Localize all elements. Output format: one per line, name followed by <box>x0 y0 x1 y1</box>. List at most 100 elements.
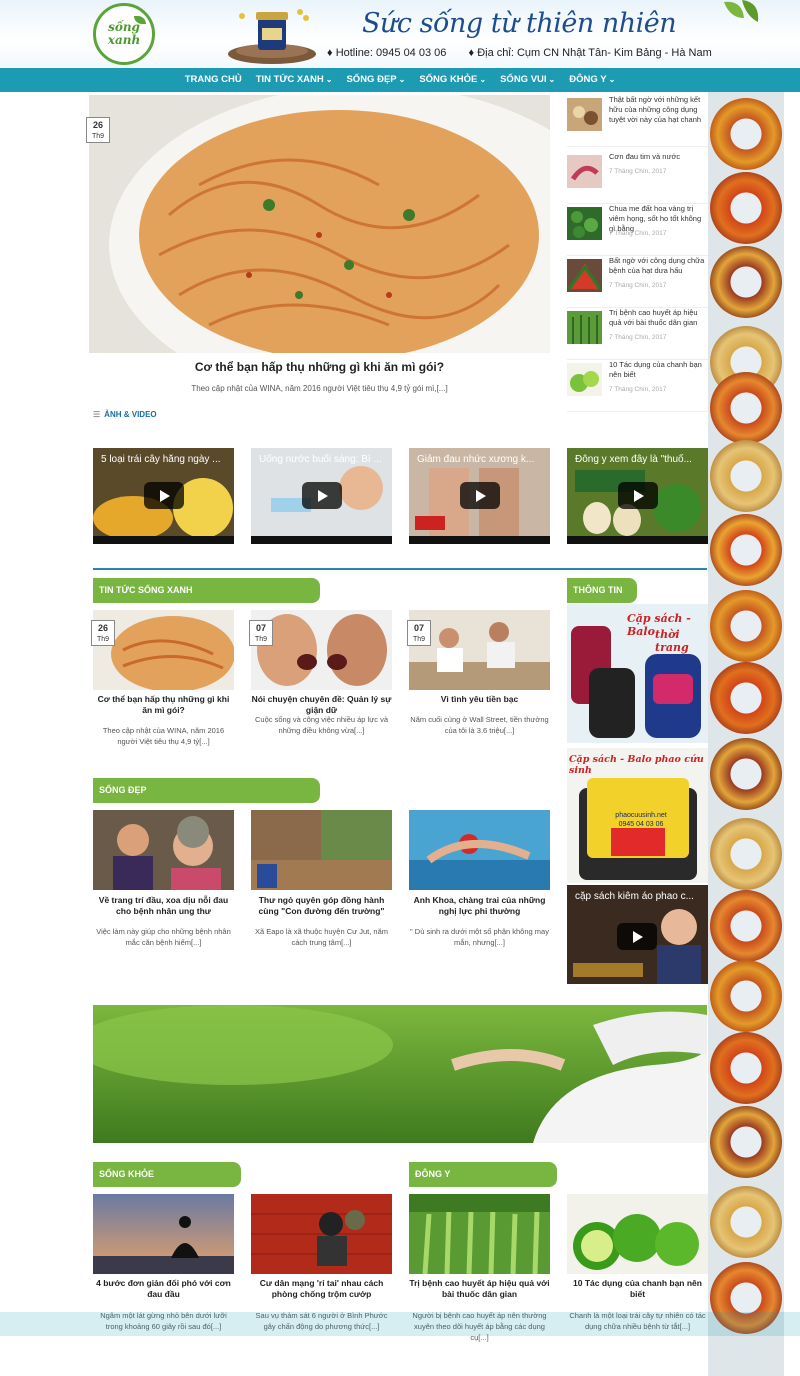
side-thumb <box>567 363 602 396</box>
article-image[interactable] <box>409 1194 550 1274</box>
article-title[interactable]: 10 Tác dụng của chanh bạn nên biết <box>567 1278 708 1300</box>
hero-title[interactable]: Cơ thể bạn hấp thụ những gì khi ăn mì gó… <box>89 360 550 374</box>
video-card[interactable]: Uống nước buổi sáng: Bí ... <box>251 448 392 544</box>
article-excerpt: Theo cập nhật của WINA, năm 2016 người V… <box>102 726 225 746</box>
hero-image[interactable] <box>89 95 550 353</box>
nav-song-vui[interactable]: SỐNG VUI ⌄ <box>493 68 562 92</box>
article-image[interactable] <box>93 1194 234 1274</box>
chevron-down-icon: ⌄ <box>398 75 406 84</box>
hotline-text: Hotline: 0945 04 03 06 <box>335 47 447 59</box>
article-day: 07 <box>413 623 424 633</box>
chevron-down-icon: ⌄ <box>548 75 556 84</box>
article-image[interactable] <box>567 1194 708 1274</box>
article-title[interactable]: 4 bước đơn giản đối phó với cơn đau đầu <box>93 1278 234 1300</box>
video-title: Uống nước buổi sáng: Bí ... <box>259 454 382 465</box>
play-icon[interactable] <box>144 482 184 509</box>
hero-month: Th9 <box>91 133 105 140</box>
play-icon[interactable] <box>460 482 500 509</box>
side-list-item[interactable]: Trị bệnh cao huyết áp hiệu quả với bài t… <box>567 308 708 360</box>
article-excerpt: Cuộc sống và công việc nhiều áp lực và n… <box>254 715 388 735</box>
nav-home[interactable]: TRANG CHỦ <box>178 68 249 92</box>
article-title[interactable]: Trị bệnh cao huyết áp hiệu quả với bài t… <box>409 1278 550 1300</box>
nav-song-dep-label: SỐNG ĐẸP <box>346 74 397 85</box>
article-image[interactable] <box>93 810 234 890</box>
video-card[interactable]: Giảm đau nhức xương k... <box>409 448 550 544</box>
side-list-item[interactable]: Cơn đau tim và nước 7 Tháng Chín, 2017 <box>567 152 708 204</box>
side-list-item[interactable]: Chua me đất hoa vàng trị viêm họng, sốt … <box>567 204 708 256</box>
video-control-bar <box>409 536 550 544</box>
thief-thumbnail <box>251 1194 392 1274</box>
nav-tin-tuc-xanh[interactable]: TIN TỨC XANH ⌄ <box>249 68 340 92</box>
article-title[interactable]: Anh Khoa, chàng trai của những nghị lực … <box>409 895 550 917</box>
contact-line: ♦ Hotline: 0945 04 03 06 ♦ Địa chỉ: Cụm … <box>327 47 712 59</box>
nav-song-vui-label: SỐNG VUI <box>500 74 547 85</box>
nav-song-dep[interactable]: SỐNG ĐẸP ⌄ <box>339 68 412 92</box>
video-section-heading: ☰ ẢNH & VIDEO <box>93 410 157 419</box>
article-title[interactable]: Vì tình yêu tiền bạc <box>409 694 550 705</box>
wreath-image <box>710 172 782 244</box>
yoga-banner-image <box>93 1005 707 1143</box>
video-card[interactable]: 5 loại trái cây hằng ngày ... <box>93 448 234 544</box>
article-excerpt: Xã Eapo là xã thuộc huyện Cư Jut, năm cá… <box>254 927 388 947</box>
yoga-banner[interactable] <box>93 1005 707 1143</box>
site-logo[interactable]: sống xanh <box>93 3 155 65</box>
wreath-image <box>710 372 782 444</box>
side-list-item[interactable]: Thật bất ngờ với những kết hữu của những… <box>567 95 708 147</box>
main-nav: TRANG CHỦ TIN TỨC XANH ⌄ SỐNG ĐẸP ⌄ SỐNG K… <box>0 68 800 92</box>
address-bullet: ♦ <box>468 47 475 59</box>
sidebar-video-title: cặp sách kiêm áo phao c... <box>575 891 694 902</box>
song-dep-heading[interactable]: SỐNG ĐẸP <box>93 778 320 803</box>
play-icon[interactable] <box>617 923 657 950</box>
tin-tuc-heading[interactable]: TIN TỨC SỐNG XANH <box>93 578 320 603</box>
dong-y-heading[interactable]: ĐÔNG Y <box>409 1162 557 1187</box>
muddy-road-thumbnail <box>251 810 392 890</box>
thong-tin-heading[interactable]: THÔNG TIN <box>567 578 637 603</box>
play-icon[interactable] <box>302 482 342 509</box>
backpack-ad-line2: thời trang <box>655 628 689 654</box>
backpack-ad[interactable]: Cặp sách - Balo thời trang <box>567 604 708 743</box>
article-title[interactable]: Về trang trí đầu, xoa dịu nỗi đau cho bệ… <box>93 895 234 917</box>
article-title[interactable]: Cơ thể bạn hấp thụ những gì khi ăn mì gó… <box>93 694 234 716</box>
wreath-image <box>710 1186 782 1258</box>
meditation-sunset-thumbnail <box>93 1194 234 1274</box>
limes-thumbnail <box>567 1194 708 1274</box>
side-item-date: 7 Tháng Chín, 2017 <box>609 168 667 175</box>
side-thumb <box>567 259 602 292</box>
side-list-item[interactable]: Bất ngờ với công dụng chữa bệnh của hạt … <box>567 256 708 308</box>
life-jacket-bag-ad[interactable]: Cặp sách - Balo phao cứu sinh phaocuusin… <box>567 748 708 883</box>
side-item-title: Thật bất ngờ với những kết hữu của những… <box>609 95 702 124</box>
video-section-title: ẢNH & VIDEO <box>104 410 157 419</box>
wreath-image <box>710 662 782 734</box>
play-icon[interactable] <box>618 482 658 509</box>
swimmer-thumbnail <box>409 810 550 890</box>
side-list-item[interactable]: 10 Tác dụng của chanh bạn nên biết 7 Thá… <box>567 360 708 412</box>
product-image <box>228 9 316 64</box>
wreath-image <box>710 98 782 170</box>
hero-excerpt: Theo cập nhật của WINA, năm 2016 người V… <box>191 384 448 393</box>
article-image[interactable] <box>409 810 550 890</box>
sidebar-video[interactable]: cặp sách kiêm áo phao c... <box>567 885 708 984</box>
chevron-down-icon: ⌄ <box>608 75 616 84</box>
article-title[interactable]: Thư ngỏ quyên góp đồng hành cùng "Con đư… <box>251 895 392 917</box>
celery-thumbnail <box>409 1194 550 1274</box>
video-card[interactable]: Đông y xem đây là "thuố... <box>567 448 708 544</box>
article-title[interactable]: Nói chuyện chuyên đề: Quản lý sự giận dữ <box>251 694 392 716</box>
nav-song-khoe-label: SỐNG KHỎE <box>419 74 478 85</box>
life-jacket-ad-phone: 0945 04 03 06 <box>618 821 664 828</box>
noodle-bowl-image <box>89 95 550 353</box>
song-khoe-heading[interactable]: SỐNG KHỎE <box>93 1162 241 1187</box>
nav-dong-y[interactable]: ĐÔNG Y ⌄ <box>562 68 622 92</box>
nav-song-khoe[interactable]: SỐNG KHỎE ⌄ <box>412 68 493 92</box>
site-slogan: Sức sống từ thiên nhiên <box>362 8 677 39</box>
hair-salon-thumbnail <box>93 810 234 890</box>
hero-date-badge: 26 Th9 <box>86 117 110 143</box>
article-image[interactable] <box>251 1194 392 1274</box>
article-month: Th9 <box>254 636 268 643</box>
article-title[interactable]: Cư dân mạng 'rỉ tai' nhau cách phòng chố… <box>251 1278 392 1300</box>
wreath-image <box>710 1032 782 1104</box>
leaf-decoration-icon <box>724 0 759 22</box>
side-item-date: 7 Tháng Chín, 2017 <box>609 386 667 393</box>
life-jacket-ad-title: Cặp sách - Balo phao cứu sinh <box>569 754 704 776</box>
hero-day: 26 <box>92 120 103 130</box>
article-image[interactable] <box>251 810 392 890</box>
